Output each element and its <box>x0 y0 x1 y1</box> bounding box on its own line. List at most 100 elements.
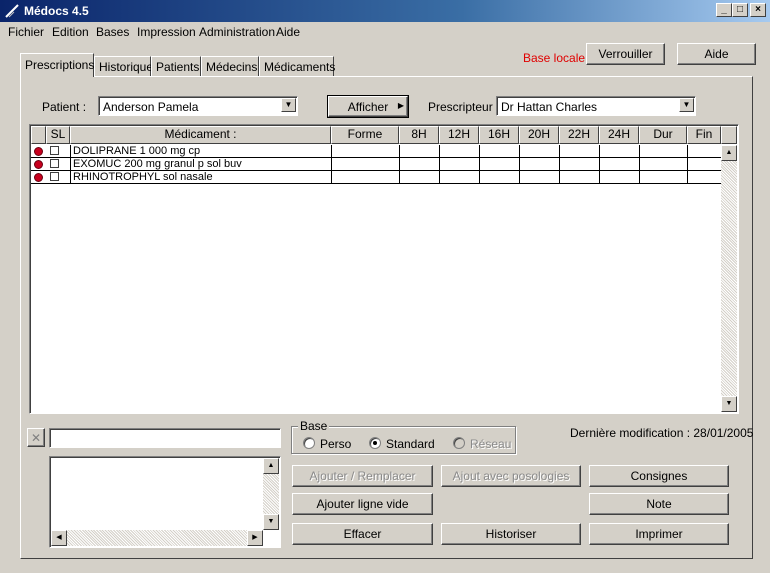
dose-cell[interactable] <box>560 158 600 171</box>
col-header-sl[interactable]: SL <box>46 126 70 144</box>
dose-cell[interactable] <box>600 145 640 158</box>
dose-cell[interactable] <box>480 158 520 171</box>
play-arrow-icon: ▶ <box>397 101 404 110</box>
sl-checkbox[interactable] <box>50 146 59 155</box>
tab-historique[interactable]: Historique <box>94 56 153 76</box>
clear-button[interactable]: Effacer <box>292 523 433 545</box>
add-with-dosage-button[interactable]: Ajout avec posologies <box>441 465 581 487</box>
show-button[interactable]: Afficher ▶ <box>327 95 409 118</box>
status-dot-icon <box>34 173 43 182</box>
medicament-cell[interactable]: EXOMUC 200 mg granul p sol buv <box>71 158 332 171</box>
clear-search-icon[interactable]: ✕ <box>27 428 45 447</box>
scroll-right-icon[interactable]: ▶ <box>247 530 263 546</box>
col-header-12h[interactable]: 12H <box>439 126 479 144</box>
sl-checkbox[interactable] <box>50 159 59 168</box>
dose-cell[interactable] <box>400 158 440 171</box>
col-header-22h[interactable]: 22H <box>559 126 599 144</box>
close-button[interactable]: × <box>750 3 766 17</box>
base-status: Base locale <box>523 51 586 65</box>
col-header-20h[interactable]: 20H <box>519 126 559 144</box>
tab-prescriptions[interactable]: Prescriptions <box>20 53 94 77</box>
print-button[interactable]: Imprimer <box>589 523 729 545</box>
medicament-cell[interactable]: DOLIPRANE 1 000 mg cp <box>71 145 332 158</box>
dose-cell[interactable] <box>480 171 520 184</box>
prescriber-combo[interactable]: Dr Hattan Charles ▼ <box>496 96 696 116</box>
add-replace-button[interactable]: Ajouter / Remplacer <box>292 465 433 487</box>
memo-hscroll[interactable]: ◀ ▶ <box>51 530 263 546</box>
dose-cell[interactable] <box>600 171 640 184</box>
grid-corner <box>31 126 46 144</box>
table-row[interactable]: DOLIPRANE 1 000 mg cp <box>31 145 722 158</box>
help-button[interactable]: Aide <box>677 43 756 65</box>
scroll-up-icon[interactable]: ▲ <box>263 458 279 474</box>
chevron-down-icon[interactable]: ▼ <box>679 98 694 112</box>
patient-combo[interactable]: Anderson Pamela ▼ <box>98 96 298 116</box>
dose-cell[interactable] <box>400 145 440 158</box>
duration-cell[interactable] <box>640 158 688 171</box>
end-cell[interactable] <box>688 171 722 184</box>
dose-cell[interactable] <box>440 145 480 158</box>
note-button[interactable]: Note <box>589 493 729 515</box>
forme-cell[interactable] <box>332 171 400 184</box>
search-input[interactable] <box>49 428 281 448</box>
medicament-cell[interactable]: RHINOTROPHYL sol nasale <box>71 171 332 184</box>
col-header-24h[interactable]: 24H <box>599 126 639 144</box>
dose-cell[interactable] <box>440 171 480 184</box>
tab-medecins[interactable]: Médecins <box>201 56 259 76</box>
dose-cell[interactable] <box>520 158 560 171</box>
menu-aide[interactable]: Aide <box>276 25 300 39</box>
menu-bases[interactable]: Bases <box>96 25 129 39</box>
scroll-down-icon[interactable]: ▼ <box>721 396 737 412</box>
dose-cell[interactable] <box>520 171 560 184</box>
table-row[interactable]: EXOMUC 200 mg granul p sol buv <box>31 158 722 171</box>
instructions-button[interactable]: Consignes <box>589 465 729 487</box>
menu-impression[interactable]: Impression <box>137 25 196 39</box>
radio-perso[interactable] <box>303 437 315 449</box>
dose-cell[interactable] <box>560 145 600 158</box>
prescription-grid[interactable]: SL Médicament : Forme 8H 12H 16H 20H 22H… <box>29 124 739 414</box>
col-header-dur[interactable]: Dur <box>639 126 687 144</box>
radio-standard[interactable] <box>369 437 381 449</box>
forme-cell[interactable] <box>332 158 400 171</box>
end-cell[interactable] <box>688 145 722 158</box>
col-header-fin[interactable]: Fin <box>687 126 721 144</box>
add-empty-line-button[interactable]: Ajouter ligne vide <box>292 493 433 515</box>
radio-perso-label[interactable]: Perso <box>320 437 351 451</box>
col-header-medicament[interactable]: Médicament : <box>70 126 331 144</box>
dose-cell[interactable] <box>520 145 560 158</box>
dose-cell[interactable] <box>400 171 440 184</box>
status-dot-icon <box>34 160 43 169</box>
scroll-left-icon[interactable]: ◀ <box>51 530 67 546</box>
tab-patients[interactable]: Patients <box>151 56 201 76</box>
menu-fichier[interactable]: Fichier <box>8 25 44 39</box>
prescriber-value: Dr Hattan Charles <box>501 100 598 114</box>
col-header-8h[interactable]: 8H <box>399 126 439 144</box>
sl-checkbox[interactable] <box>50 172 59 181</box>
dose-cell[interactable] <box>480 145 520 158</box>
radio-standard-label[interactable]: Standard <box>386 437 435 451</box>
maximize-button[interactable]: □ <box>732 3 748 17</box>
memo-vscroll[interactable]: ▲ ▼ <box>263 458 279 530</box>
dose-cell[interactable] <box>560 171 600 184</box>
dose-cell[interactable] <box>600 158 640 171</box>
tab-medicaments[interactable]: Médicaments <box>259 56 335 76</box>
memo-area[interactable]: ▲ ▼ ◀ ▶ <box>49 456 281 548</box>
end-cell[interactable] <box>688 158 722 171</box>
col-header-16h[interactable]: 16H <box>479 126 519 144</box>
lock-button[interactable]: Verrouiller <box>586 43 665 65</box>
minimize-button[interactable]: _ <box>716 3 732 17</box>
col-header-forme[interactable]: Forme <box>331 126 399 144</box>
menu-administration[interactable]: Administration <box>199 25 275 39</box>
archive-button[interactable]: Historiser <box>441 523 581 545</box>
scroll-down-icon[interactable]: ▼ <box>263 514 279 530</box>
forme-cell[interactable] <box>332 145 400 158</box>
duration-cell[interactable] <box>640 171 688 184</box>
table-row[interactable]: RHINOTROPHYL sol nasale <box>31 171 722 184</box>
duration-cell[interactable] <box>640 145 688 158</box>
scroll-up-icon[interactable]: ▲ <box>721 145 737 161</box>
menu-edition[interactable]: Edition <box>52 25 89 39</box>
last-modified-text: Dernière modification : 28/01/2005 <box>570 426 754 440</box>
chevron-down-icon[interactable]: ▼ <box>281 98 296 112</box>
dose-cell[interactable] <box>440 158 480 171</box>
grid-vscroll[interactable]: ▲ ▼ <box>721 145 737 412</box>
